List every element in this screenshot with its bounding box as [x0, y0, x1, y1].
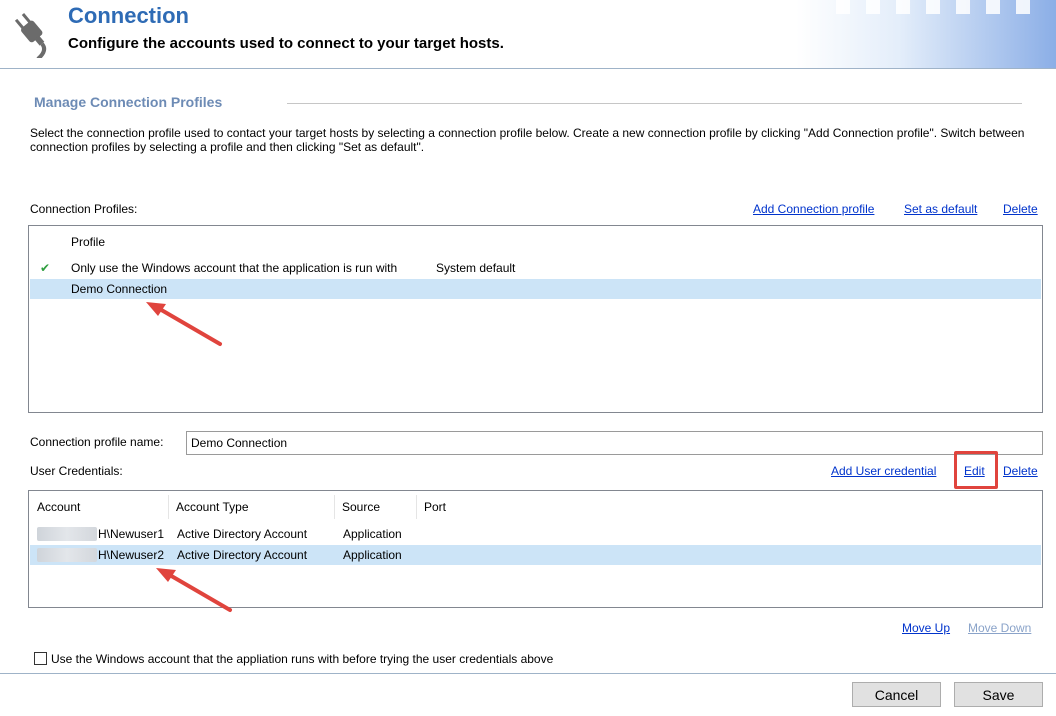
list-item[interactable]: Demo Connection — [30, 279, 1041, 299]
profile-default-tag: System default — [436, 261, 516, 275]
delete-profile-link[interactable]: Delete — [1003, 202, 1038, 216]
list-item[interactable]: ✔ Only use the Windows account that the … — [30, 258, 1041, 278]
use-windows-account-label[interactable]: Use the Windows account that the appliat… — [51, 652, 553, 666]
annotation-highlight-box — [954, 451, 998, 489]
source-cell: Application — [343, 548, 402, 562]
profile-column-header: Profile — [71, 235, 106, 249]
plug-icon — [14, 13, 47, 58]
header-decoration — [796, 0, 1056, 68]
footer-divider — [0, 673, 1056, 674]
annotation-arrow-icon — [146, 302, 222, 346]
add-connection-profile-link[interactable]: Add Connection profile — [753, 202, 874, 216]
column-divider[interactable] — [416, 495, 417, 519]
move-up-link[interactable]: Move Up — [902, 621, 950, 635]
profile-name-label: Connection profile name: — [30, 435, 164, 449]
add-user-credential-link[interactable]: Add User credential — [831, 464, 936, 478]
profile-name: Only use the Windows account that the ap… — [71, 261, 398, 275]
column-header-account[interactable]: Account — [37, 491, 80, 523]
save-button[interactable]: Save — [954, 682, 1043, 707]
section-title: Manage Connection Profiles — [34, 94, 223, 110]
column-divider[interactable] — [334, 495, 335, 519]
default-check-icon: ✔ — [40, 261, 51, 275]
connection-profiles-label: Connection Profiles: — [30, 202, 138, 216]
annotation-arrow-icon — [156, 568, 232, 612]
column-header-port[interactable]: Port — [424, 491, 446, 523]
column-header-account-type[interactable]: Account Type — [176, 491, 249, 523]
user-credentials-label: User Credentials: — [30, 464, 123, 478]
list-header-row: Profile — [30, 232, 1041, 252]
set-as-default-link[interactable]: Set as default — [904, 202, 977, 216]
profile-name-input[interactable] — [186, 431, 1043, 455]
page-subtitle: Configure the accounts used to connect t… — [68, 35, 504, 52]
section-description: Select the connection profile used to co… — [30, 126, 1025, 154]
redacted-domain — [37, 548, 97, 562]
use-windows-account-checkbox[interactable] — [34, 652, 47, 665]
section-divider — [287, 103, 1022, 104]
profile-name: Demo Connection — [71, 282, 168, 296]
page-title: Connection — [68, 3, 189, 28]
page-header: Connection Configure the accounts used t… — [0, 0, 1056, 69]
column-header-source[interactable]: Source — [342, 491, 380, 523]
table-row[interactable]: H\Newuser1 Active Directory Account Appl… — [30, 524, 1041, 544]
cancel-button[interactable]: Cancel — [852, 682, 941, 707]
account-type-cell: Active Directory Account — [177, 527, 308, 541]
redacted-domain — [37, 527, 97, 541]
column-divider[interactable] — [168, 495, 169, 519]
account-cell: H\Newuser1 — [98, 527, 165, 541]
delete-credential-link[interactable]: Delete — [1003, 464, 1038, 478]
source-cell: Application — [343, 527, 402, 541]
move-down-link[interactable]: Move Down — [968, 621, 1031, 635]
